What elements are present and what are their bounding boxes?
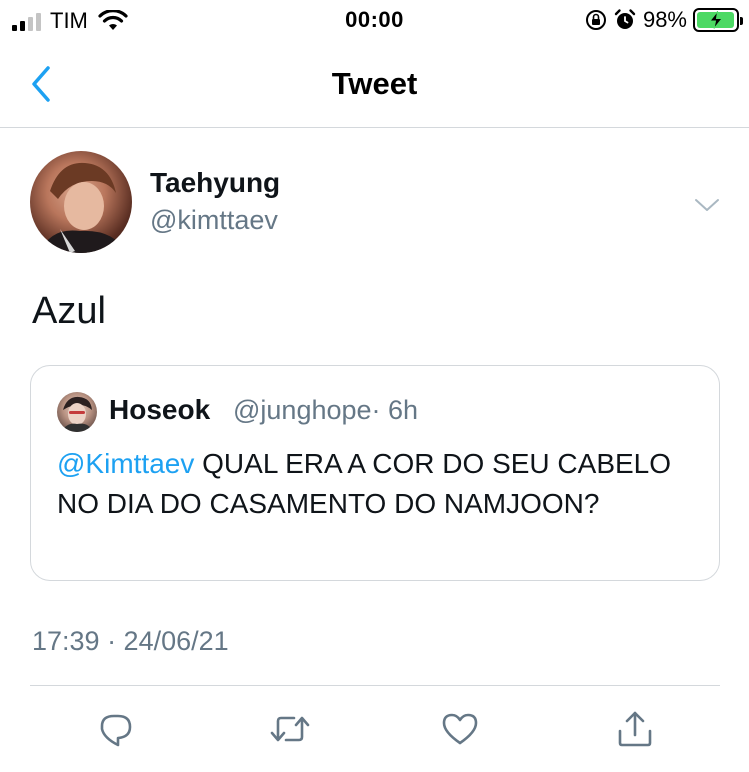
tweet-author: Taehyung @kimttaev (30, 151, 720, 255)
like-icon (442, 713, 478, 745)
quoted-author-meta: @junghope· 6h (233, 395, 418, 426)
reply-icon (100, 714, 132, 747)
like-button[interactable] (437, 706, 483, 752)
quoted-author-name: Hoseok (109, 394, 211, 425)
battery-charging-icon (693, 8, 743, 32)
navigation-bar: Tweet (0, 44, 749, 128)
tweet-text: Azul (32, 290, 106, 332)
avatar-image (40, 162, 126, 253)
quoted-tweet[interactable]: Hoseok @junghope· 6h @Kimttaev QUAL ERA … (30, 365, 720, 581)
alarm-icon (614, 9, 636, 29)
retweet-button[interactable] (267, 706, 313, 752)
author-name[interactable]: Taehyung (150, 167, 280, 199)
reply-button[interactable] (93, 706, 139, 752)
tweet-actions (0, 706, 749, 752)
quoted-avatar-image (61, 396, 93, 432)
author-handle[interactable]: @kimttaev (150, 205, 278, 236)
author-avatar[interactable] (30, 151, 132, 253)
quoted-time-ago: · 6h (371, 395, 419, 425)
battery-cap (740, 17, 743, 25)
page-title: Tweet (331, 66, 418, 101)
more-options-button[interactable] (693, 195, 721, 215)
quoted-author-avatar (57, 392, 97, 432)
quoted-tweet-text: @Kimttaev QUAL ERA A COR DO SEU CABELO N… (57, 444, 697, 524)
status-bar: TIM 00:00 98% (0, 0, 749, 44)
status-bar-right: 98% (585, 7, 743, 33)
chevron-down-icon (695, 199, 719, 211)
orientation-lock-icon (585, 10, 606, 30)
share-button[interactable] (612, 706, 658, 752)
battery-percentage: 98% (642, 7, 687, 32)
retweet-icon (270, 716, 310, 742)
tweet-timestamp: 17:39 · 24/06/21 (32, 626, 229, 656)
quoted-mention-link[interactable]: @Kimttaev (57, 448, 194, 479)
divider (30, 685, 720, 686)
share-icon (618, 711, 652, 747)
charging-bolt-icon (708, 11, 724, 29)
quoted-author-handle: @junghope (233, 395, 372, 425)
